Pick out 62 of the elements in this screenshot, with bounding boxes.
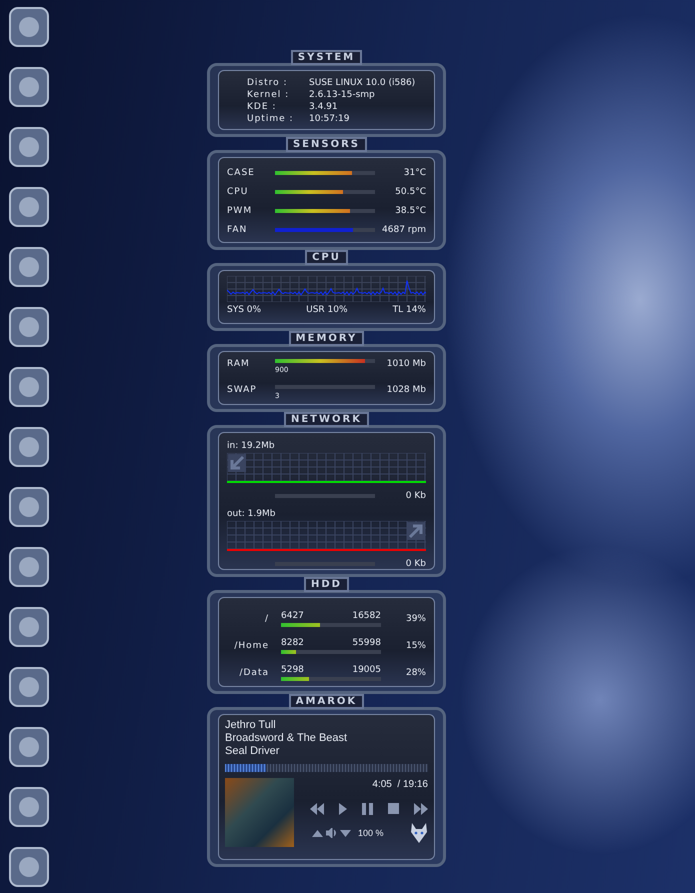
mount-label: /Data xyxy=(238,668,270,678)
disk-total: 19005 xyxy=(352,664,381,674)
section-title: NETWORK xyxy=(284,412,369,427)
volume-down-button[interactable] xyxy=(340,830,351,836)
memory-total: 1028 Mb xyxy=(386,385,426,395)
info-value: SUSE LINUX 10.0 (i586) xyxy=(309,77,416,89)
time-reading: 4:05 / 19:16 xyxy=(371,778,428,791)
sensor-label: CASE xyxy=(227,168,256,178)
cpu-reading: USR 10% xyxy=(306,305,348,315)
memory-label: RAM xyxy=(227,359,251,369)
memory-label: SWAP xyxy=(227,385,258,395)
cpu-reading: TL 14% xyxy=(392,305,426,315)
volume-up-button[interactable] xyxy=(312,830,323,836)
sensor-label: PWM xyxy=(227,206,254,216)
info-value: 3.4.91 xyxy=(309,101,339,113)
sensor-label: FAN xyxy=(227,224,248,234)
section-title: SYSTEM xyxy=(290,50,362,65)
disk-used: 6427 xyxy=(281,610,304,620)
rewind-button[interactable] xyxy=(310,803,324,815)
disk-percent: 39% xyxy=(404,614,426,624)
info-value: 2.6.13-15-smp xyxy=(309,89,376,101)
sensor-reading: 4687 rpm xyxy=(381,224,426,234)
info-label: Distro : xyxy=(247,77,289,89)
info-label: Kernel : xyxy=(247,89,290,101)
section-title: MEMORY xyxy=(288,331,364,346)
network-label: in: 19.2Mb xyxy=(227,441,276,451)
network-reading: 0 Kb xyxy=(404,491,426,501)
section-title: CPU xyxy=(305,250,348,265)
fast-forward-button[interactable] xyxy=(414,803,428,815)
photo-placeholder xyxy=(225,778,294,847)
disk-total: 16582 xyxy=(352,610,381,620)
network-reading: 0 Kb xyxy=(404,559,426,569)
network-label: out: 1.9Mb xyxy=(227,509,276,519)
memory-total: 1010 Mb xyxy=(386,359,426,369)
mount-label: /Home xyxy=(233,640,270,650)
album-title: Broadsword & The Beast xyxy=(225,732,348,745)
sensor-label: CPU xyxy=(227,186,250,196)
disk-percent: 15% xyxy=(404,640,426,650)
progress-track[interactable] xyxy=(225,764,428,772)
speaker-icon xyxy=(326,828,337,838)
play-button[interactable] xyxy=(338,803,347,815)
pause-button[interactable] xyxy=(362,803,374,815)
info-value: 10:57:19 xyxy=(309,113,350,125)
mount-label: / xyxy=(264,614,270,624)
artist-name: Jethro Tull xyxy=(225,719,277,732)
wolf-head-icon[interactable] xyxy=(410,823,428,843)
volume-reading: 100 % xyxy=(358,826,384,840)
sensor-reading: 50.5°C xyxy=(394,186,426,196)
sensor-reading: 31°C xyxy=(402,168,426,178)
section-title: SENSORS xyxy=(286,137,367,152)
disk-used: 5298 xyxy=(281,664,304,674)
info-label: Uptime : xyxy=(247,113,295,125)
section-title: HDD xyxy=(304,577,349,592)
disk-total: 55998 xyxy=(352,638,381,648)
track-title: Seal Driver xyxy=(225,745,280,758)
disk-used: 8282 xyxy=(281,638,304,648)
cpu-reading: SYS 0% xyxy=(227,305,262,315)
stop-button[interactable] xyxy=(388,803,400,815)
info-label: KDE : xyxy=(247,101,278,113)
sensor-reading: 38.5°C xyxy=(394,206,426,216)
disk-percent: 28% xyxy=(404,668,426,678)
section-title: AMAROK xyxy=(288,694,364,709)
